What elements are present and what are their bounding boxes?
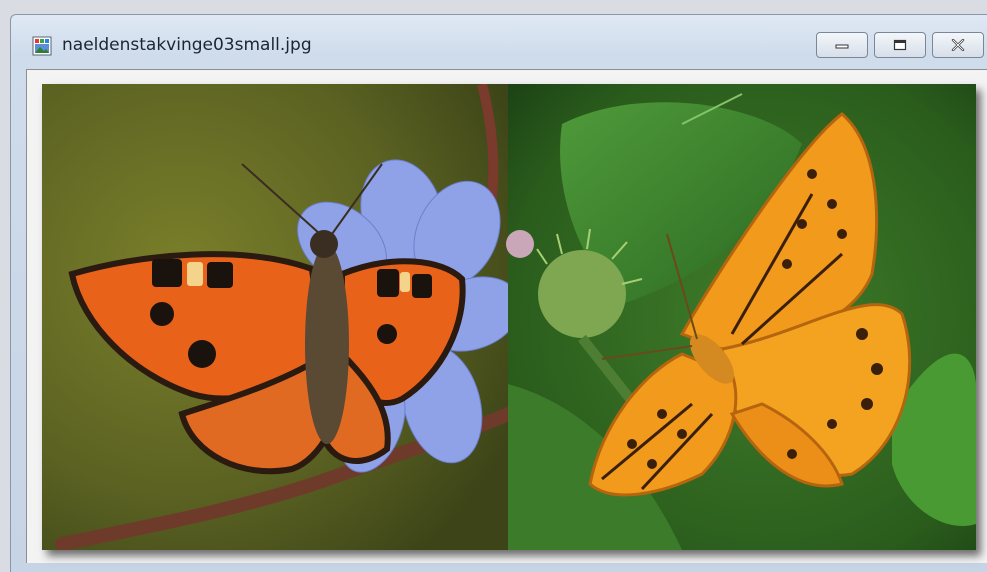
image-viewport: [26, 69, 987, 563]
close-icon: [951, 39, 965, 51]
maximize-button[interactable]: [874, 32, 926, 58]
image-viewer-icon: [32, 36, 52, 56]
title-bar[interactable]: naeldenstakvinge03small.jpg: [11, 15, 987, 71]
close-button[interactable]: [932, 32, 984, 58]
minimize-icon: [835, 44, 849, 49]
image-window: naeldenstakvinge03small.jpg: [10, 14, 987, 572]
tortoiseshell-panel: [42, 84, 521, 550]
window-title: naeldenstakvinge03small.jpg: [62, 35, 312, 55]
maximize-icon: [893, 39, 907, 51]
minimize-button[interactable]: [816, 32, 868, 58]
butterfly-photo: [42, 84, 976, 550]
fritillary-panel: [506, 84, 976, 550]
